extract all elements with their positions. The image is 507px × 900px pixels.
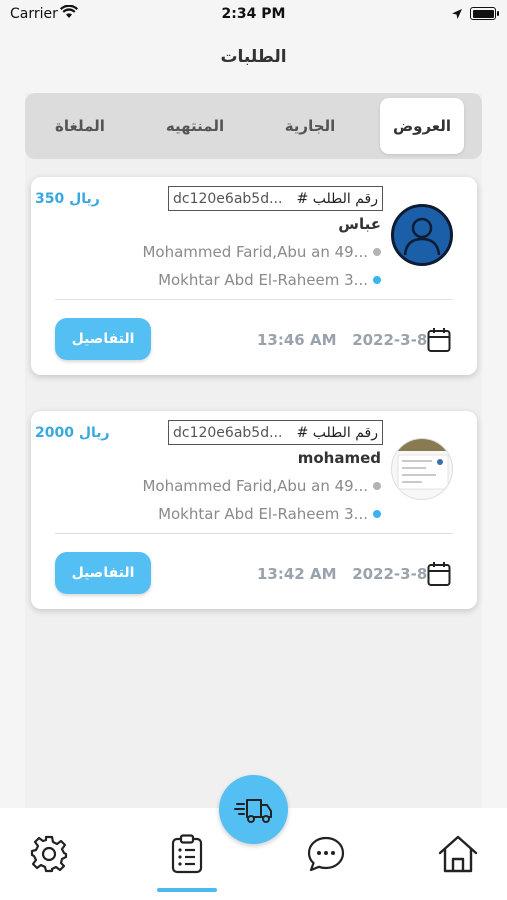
new-delivery-fab[interactable]	[219, 775, 288, 844]
location-arrow-icon	[452, 9, 462, 19]
order-card[interactable]: dc120e6ab5d... # رقم الطلب 350 ريال عباس…	[31, 177, 477, 375]
default-user-avatar-icon	[391, 204, 453, 266]
order-card[interactable]: dc120e6ab5d... # رقم الطلب 2000 ريال moh…	[31, 411, 477, 609]
dropoff-dot-icon	[373, 510, 381, 518]
dropoff-address-text: Mokhtar Abd El-Raheem 3...	[158, 271, 368, 289]
order-id-value: dc120e6ab5d...	[173, 424, 283, 441]
details-button[interactable]: التفاصيل	[55, 318, 151, 360]
pickup-address: Mohammed Farid,Abu an 49...	[142, 243, 381, 261]
dropoff-dot-icon	[373, 276, 381, 284]
page-title: الطلبات	[220, 47, 287, 67]
order-datetime: 13:42 AM 2022-3-8	[257, 565, 427, 583]
tab-completed[interactable]: المنتهيه	[153, 98, 237, 154]
order-date: 2022-3-8	[352, 565, 428, 583]
order-price: 2000 ريال	[35, 425, 110, 441]
dropoff-address: Mokhtar Abd El-Raheem 3...	[158, 271, 381, 289]
order-date: 2022-3-8	[352, 331, 428, 349]
order-id-label: # رقم الطلب	[296, 190, 378, 207]
customer-name: عباس	[338, 215, 381, 233]
pickup-dot-icon	[373, 248, 381, 256]
order-id-value: dc120e6ab5d...	[173, 190, 283, 207]
calendar-icon	[427, 328, 451, 352]
dropoff-address-text: Mokhtar Abd El-Raheem 3...	[158, 505, 368, 523]
order-id-box: dc120e6ab5d... # رقم الطلب	[168, 186, 383, 211]
pickup-address-text: Mohammed Farid,Abu an 49...	[142, 477, 368, 495]
photo-avatar-icon	[391, 438, 453, 500]
pickup-address-text: Mohammed Farid,Abu an 49...	[142, 243, 368, 261]
tab-current[interactable]: الجارية	[268, 98, 352, 154]
active-tab-indicator	[157, 888, 217, 892]
order-id-box: dc120e6ab5d... # رقم الطلب	[168, 420, 383, 445]
order-id-label: # رقم الطلب	[296, 424, 378, 441]
orders-tabs: العروض الجارية المنتهيه الملغاة	[25, 93, 482, 159]
card-divider	[55, 299, 453, 300]
order-datetime: 13:46 AM 2022-3-8	[257, 331, 427, 349]
chat-icon[interactable]	[304, 832, 348, 876]
dropoff-address: Mokhtar Abd El-Raheem 3...	[158, 505, 381, 523]
tab-cancelled[interactable]: الملغاة	[38, 98, 122, 154]
battery-tip	[497, 11, 499, 16]
tab-offers[interactable]: العروض	[380, 98, 464, 154]
pickup-address: Mohammed Farid,Abu an 49...	[142, 477, 381, 495]
calendar-icon	[427, 562, 451, 586]
order-time: 13:42 AM	[257, 565, 337, 583]
order-time: 13:46 AM	[257, 331, 337, 349]
status-time: 2:34 PM	[221, 6, 286, 22]
delivery-truck-icon	[233, 798, 272, 823]
order-price: 350 ريال	[35, 191, 100, 207]
customer-name: mohamed	[297, 449, 381, 467]
details-button[interactable]: التفاصيل	[55, 552, 151, 594]
card-divider	[55, 533, 453, 534]
battery-icon	[470, 7, 496, 20]
home-icon[interactable]	[436, 832, 480, 876]
orders-clipboard-icon[interactable]	[165, 832, 209, 876]
status-bar: Carrier 2:34 PM	[0, 0, 507, 30]
pickup-dot-icon	[373, 482, 381, 490]
settings-icon[interactable]	[27, 832, 71, 876]
